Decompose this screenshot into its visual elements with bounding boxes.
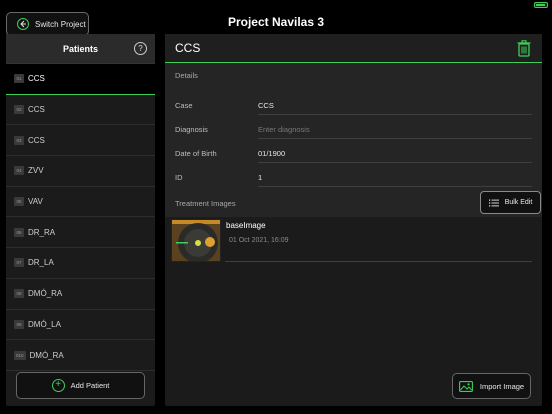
patient-list-item[interactable]: 01 CCS — [6, 64, 155, 95]
dob-field-row: Date of Birth 01/1900 — [165, 141, 542, 165]
diagnosis-label: Diagnosis — [175, 125, 208, 134]
id-label: ID — [175, 173, 183, 182]
patient-number-badge: 03 — [14, 135, 24, 145]
patient-list-item[interactable]: 05 VAV — [6, 187, 155, 218]
patient-detail-panel: CCS Details Case CCS Diagnosis Enter dia… — [165, 34, 542, 406]
image-date: 01 Oct 2021, 16:09 — [229, 237, 289, 244]
patient-list-item[interactable]: 06 DR_RA — [6, 217, 155, 249]
diagnosis-field-row: Diagnosis Enter diagnosis — [165, 117, 542, 141]
top-bar: Switch Project Project Navilas 3 — [0, 8, 552, 36]
case-field-row: Case CCS — [165, 93, 542, 117]
add-patient-label: Add Patient — [70, 381, 110, 390]
add-patient-button[interactable]: + Add Patient — [16, 372, 145, 399]
divider — [225, 261, 532, 262]
patient-list-item[interactable]: 010 DMÓ_RA — [6, 340, 155, 371]
sidebar-header: Patients ? — [6, 34, 155, 64]
patient-list-item[interactable]: 03 CCS — [6, 125, 155, 157]
detail-header: CCS — [165, 34, 542, 63]
treatment-image-thumbnail — [171, 219, 221, 262]
patient-name: DMÓ_LA — [28, 319, 61, 329]
patient-list-item[interactable]: 04 ZVV — [6, 156, 155, 187]
dob-label: Date of Birth — [175, 149, 217, 158]
image-icon — [458, 380, 473, 392]
patient-number-badge: 05 — [14, 197, 24, 207]
patient-number-badge: 04 — [14, 166, 24, 176]
sidebar-title: Patients — [62, 44, 98, 54]
patient-number-badge: 09 — [14, 319, 24, 329]
patient-list: 01 CCS 02 CCS 03 CCS 04 ZVV 05 VAV 06 DR… — [6, 64, 155, 371]
dob-field[interactable]: 01/1900 — [258, 147, 532, 163]
patient-number-badge: 06 — [14, 227, 24, 237]
app-title: Project Navilas 3 — [227, 15, 325, 29]
patient-name: DR_RA — [28, 227, 56, 237]
details-section-label: Details — [165, 63, 542, 87]
patient-list-item[interactable]: 08 DMÓ_RA — [6, 279, 155, 310]
patient-list-item[interactable]: 02 CCS — [6, 95, 155, 126]
trash-icon[interactable] — [517, 40, 531, 57]
patient-number-badge: 02 — [14, 105, 24, 115]
patient-name: VAV — [28, 197, 43, 207]
bulk-edit-label: Bulk Edit — [504, 199, 533, 206]
patient-list-item[interactable]: 07 DR_LA — [6, 248, 155, 279]
id-field-row: ID 1 — [165, 165, 542, 189]
help-icon[interactable]: ? — [134, 42, 147, 55]
case-field[interactable]: CCS — [258, 99, 532, 115]
patient-list-item[interactable]: 09 DMÓ_LA — [6, 310, 155, 341]
patient-title: CCS — [175, 41, 201, 55]
list-icon — [488, 199, 499, 206]
patient-name: CCS — [28, 74, 45, 84]
patient-number-badge: 010 — [14, 350, 26, 360]
patient-number-badge: 08 — [14, 289, 24, 299]
patient-number-badge: 01 — [14, 74, 24, 84]
patient-name: CCS — [28, 135, 45, 145]
diagnosis-input[interactable]: Enter diagnosis — [258, 123, 532, 139]
image-name: baseImage — [226, 221, 266, 230]
plus-circle-icon: + — [51, 379, 65, 392]
patient-name: DR_LA — [28, 258, 54, 268]
patients-sidebar: Patients ? 01 CCS 02 CCS 03 CCS 04 ZVV 0… — [6, 34, 155, 406]
patient-number-badge: 07 — [14, 258, 24, 268]
case-label: Case — [175, 101, 193, 110]
treatment-image-row[interactable]: baseImage 01 Oct 2021, 16:09 — [165, 209, 542, 264]
id-field[interactable]: 1 — [258, 171, 532, 187]
patient-name: CCS — [28, 105, 45, 115]
patient-name: DMÓ_RA — [28, 289, 63, 299]
treatment-images-label: Treatment Images — [175, 199, 236, 208]
patient-name: DMÓ_RA — [29, 350, 64, 360]
import-image-label: Import Image — [479, 381, 525, 391]
patient-name: ZVV — [28, 166, 44, 176]
import-image-button[interactable]: Import Image — [452, 373, 531, 399]
